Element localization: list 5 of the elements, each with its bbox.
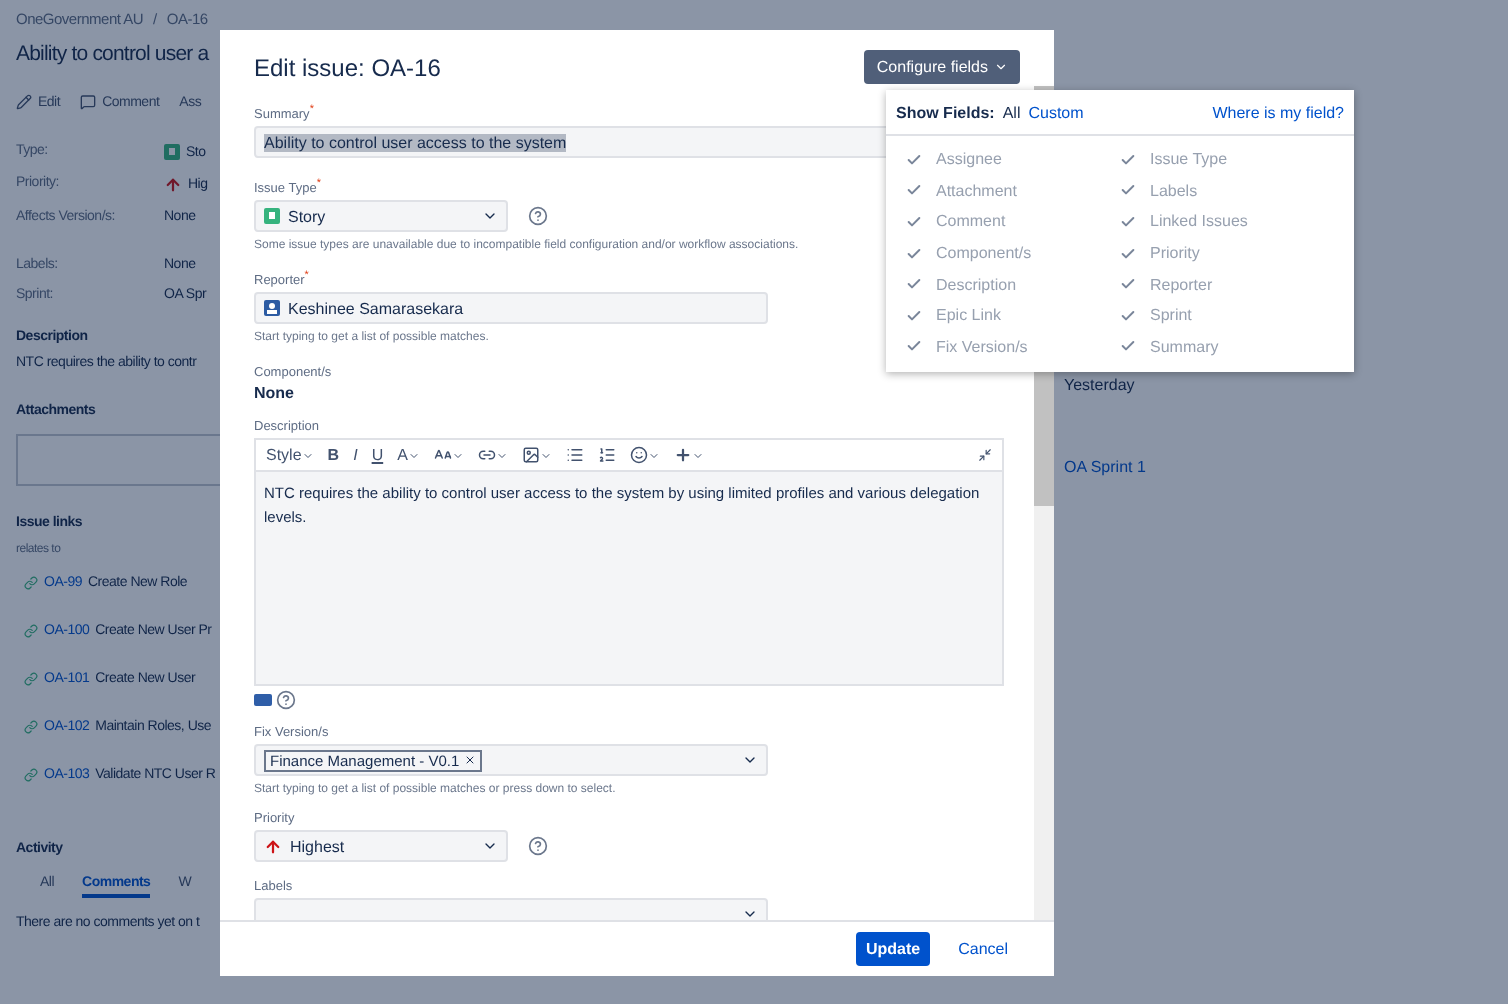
dialog-title: Edit issue: OA-16 bbox=[254, 53, 441, 81]
show-fields-label: Show Fields: bbox=[896, 104, 995, 122]
issue-title: Ability to control user a bbox=[16, 42, 212, 66]
updated-date: Yesterday bbox=[1064, 376, 1137, 394]
field-value: None bbox=[254, 384, 296, 403]
